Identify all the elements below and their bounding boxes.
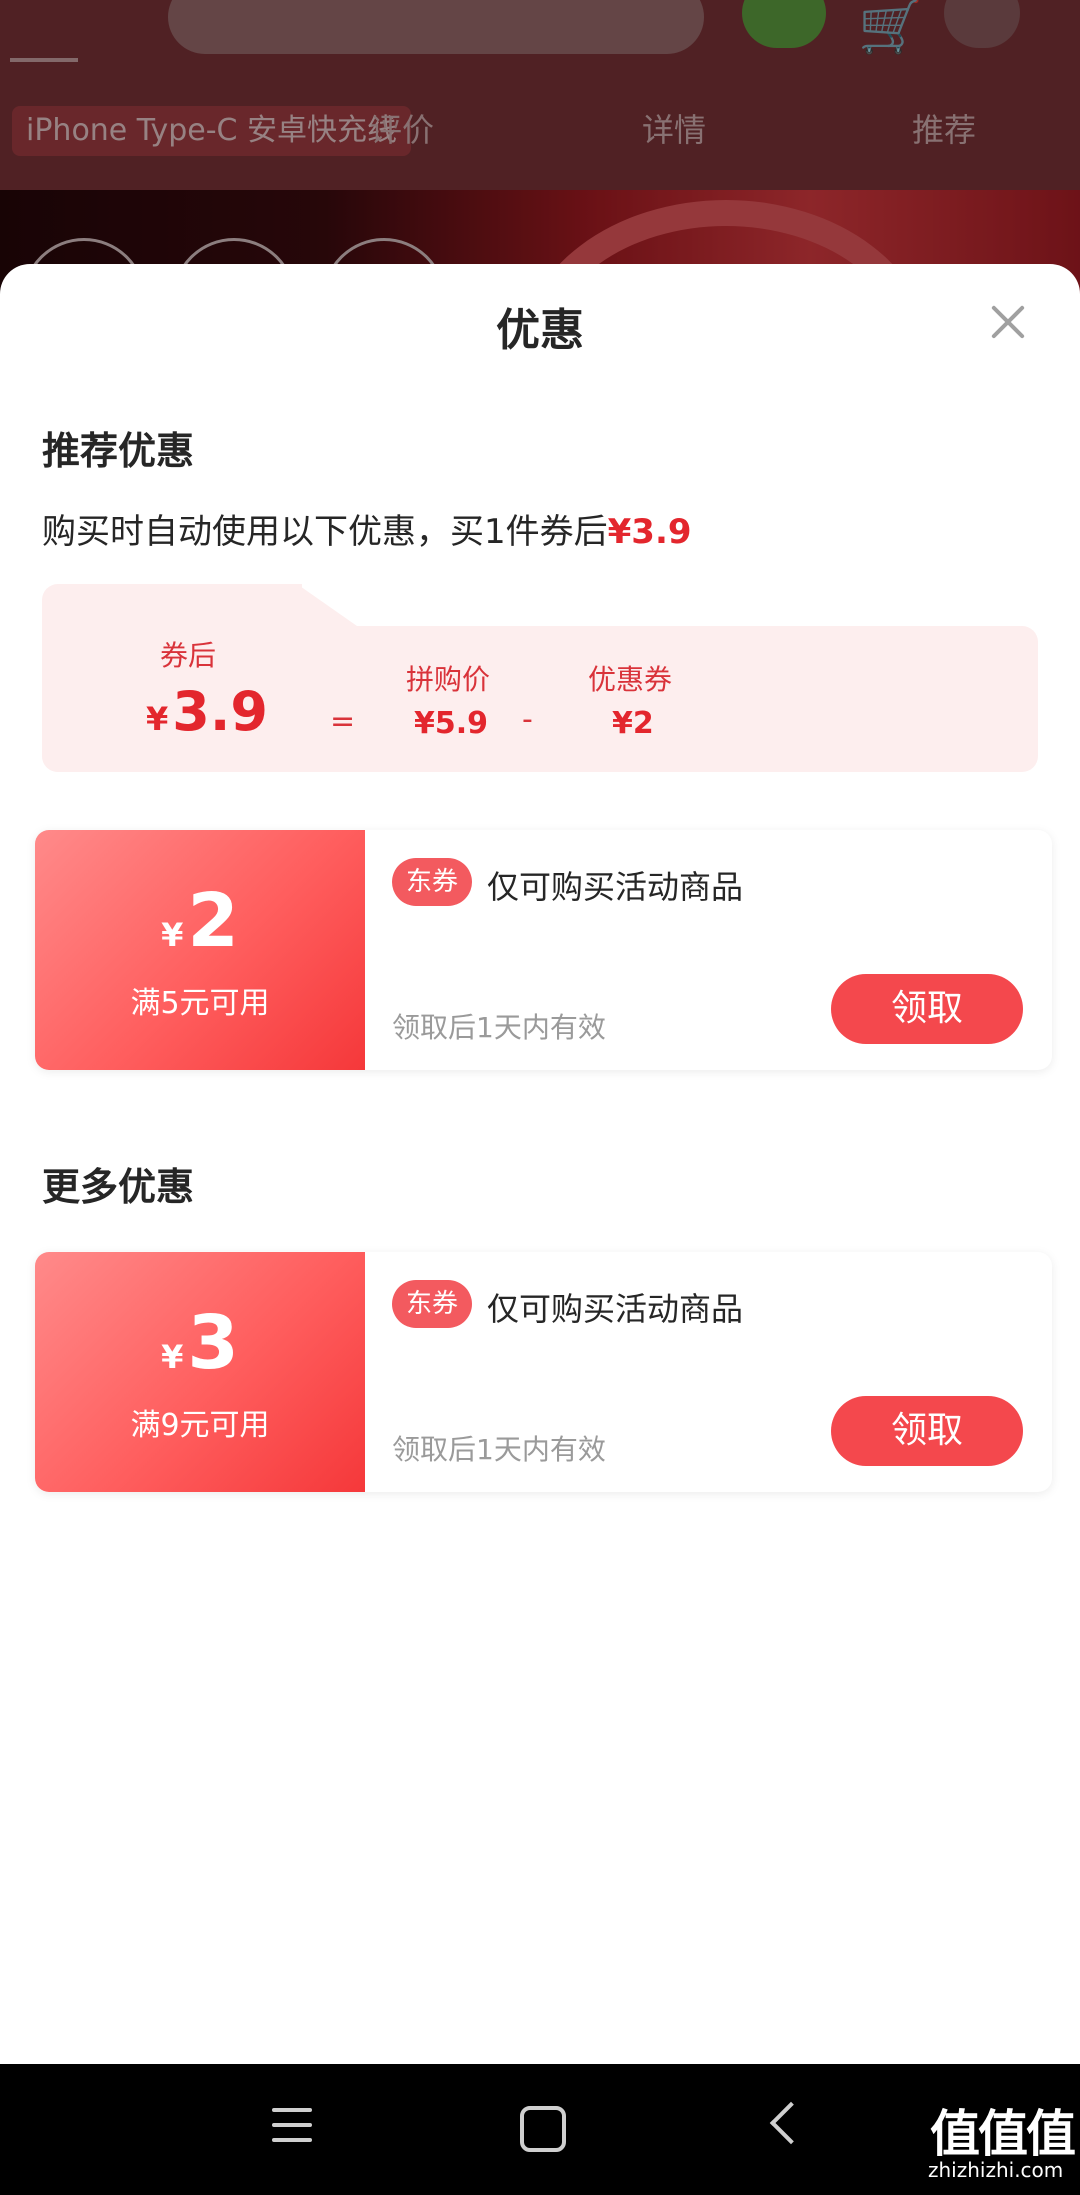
group-price-label: 拼购价 (406, 663, 491, 696)
coupon-condition: 满5元可用 (130, 986, 270, 1021)
recommend-description: 购买时自动使用以下优惠，买1件券后¥3.9 (42, 504, 692, 553)
yen-symbol: ¥ (161, 1338, 184, 1376)
coupon-name: 仅可购买活动商品 (487, 868, 744, 906)
discount-sheet: 优惠 推荐优惠 购买时自动使用以下优惠，买1件券后¥3.9 券后 ¥3.9 = … (0, 264, 1080, 2064)
sheet-title: 优惠 (496, 305, 584, 356)
coupon-name: 仅可购买活动商品 (487, 1290, 744, 1328)
close-icon[interactable] (988, 302, 1028, 342)
after-coupon-value: 3.9 (172, 680, 268, 743)
after-coupon-price: ¥3.9 (146, 680, 268, 743)
coupon-value: ¥2 (612, 706, 654, 741)
group-price-value: ¥5.9 (414, 706, 489, 741)
yen-symbol: ¥ (161, 916, 184, 954)
coupon-amount-value: 2 (187, 878, 239, 964)
formula-tab-notch (297, 584, 357, 626)
coupon-amount-value: 3 (187, 1300, 239, 1386)
home-icon[interactable] (520, 2106, 566, 2152)
more-section-title: 更多优惠 (42, 1165, 195, 1209)
recommend-price: ¥3.9 (607, 512, 692, 552)
system-nav-bar: 值值值 zhizhizhi.com (0, 2064, 1080, 2195)
yen-symbol: ¥ (146, 700, 169, 738)
coupon-label: 优惠券 (588, 663, 673, 696)
coupon-card: ¥3 满9元可用 东券 仅可购买活动商品 领取后1天内有效 领取 (35, 1252, 1052, 1492)
coupon-validity: 领取后1天内有效 (392, 1011, 606, 1044)
coupon-amount: ¥3 (35, 1306, 365, 1394)
coupon-amount-panel: ¥3 满9元可用 (35, 1252, 365, 1492)
minus-sign: - (522, 702, 533, 737)
coupon-validity: 领取后1天内有效 (392, 1433, 606, 1466)
coupon-amount-panel: ¥2 满5元可用 (35, 830, 365, 1070)
price-formula: 券后 ¥3.9 = 拼购价 ¥5.9 - 优惠券 ¥2 (42, 584, 1038, 772)
after-coupon-label: 券后 (160, 639, 217, 672)
coupon-card: ¥2 满5元可用 东券 仅可购买活动商品 领取后1天内有效 领取 (35, 830, 1052, 1070)
back-icon[interactable] (769, 2101, 813, 2145)
coupon-condition: 满9元可用 (130, 1408, 270, 1443)
recommend-description-text: 购买时自动使用以下优惠，买1件券后 (42, 512, 608, 552)
recommend-section-title: 推荐优惠 (42, 429, 195, 473)
coupon-type-badge: 东券 (392, 858, 473, 906)
equals-sign: = (330, 704, 356, 739)
claim-coupon-button[interactable]: 领取 (831, 974, 1023, 1044)
watermark-url: zhizhizhi.com (928, 2158, 1064, 2182)
claim-coupon-button[interactable]: 领取 (831, 1396, 1023, 1466)
watermark-logo: 值值值 (930, 2105, 1076, 2163)
coupon-type-badge: 东券 (392, 1280, 473, 1328)
menu-icon[interactable] (272, 2108, 312, 2142)
coupon-amount: ¥2 (35, 884, 365, 972)
